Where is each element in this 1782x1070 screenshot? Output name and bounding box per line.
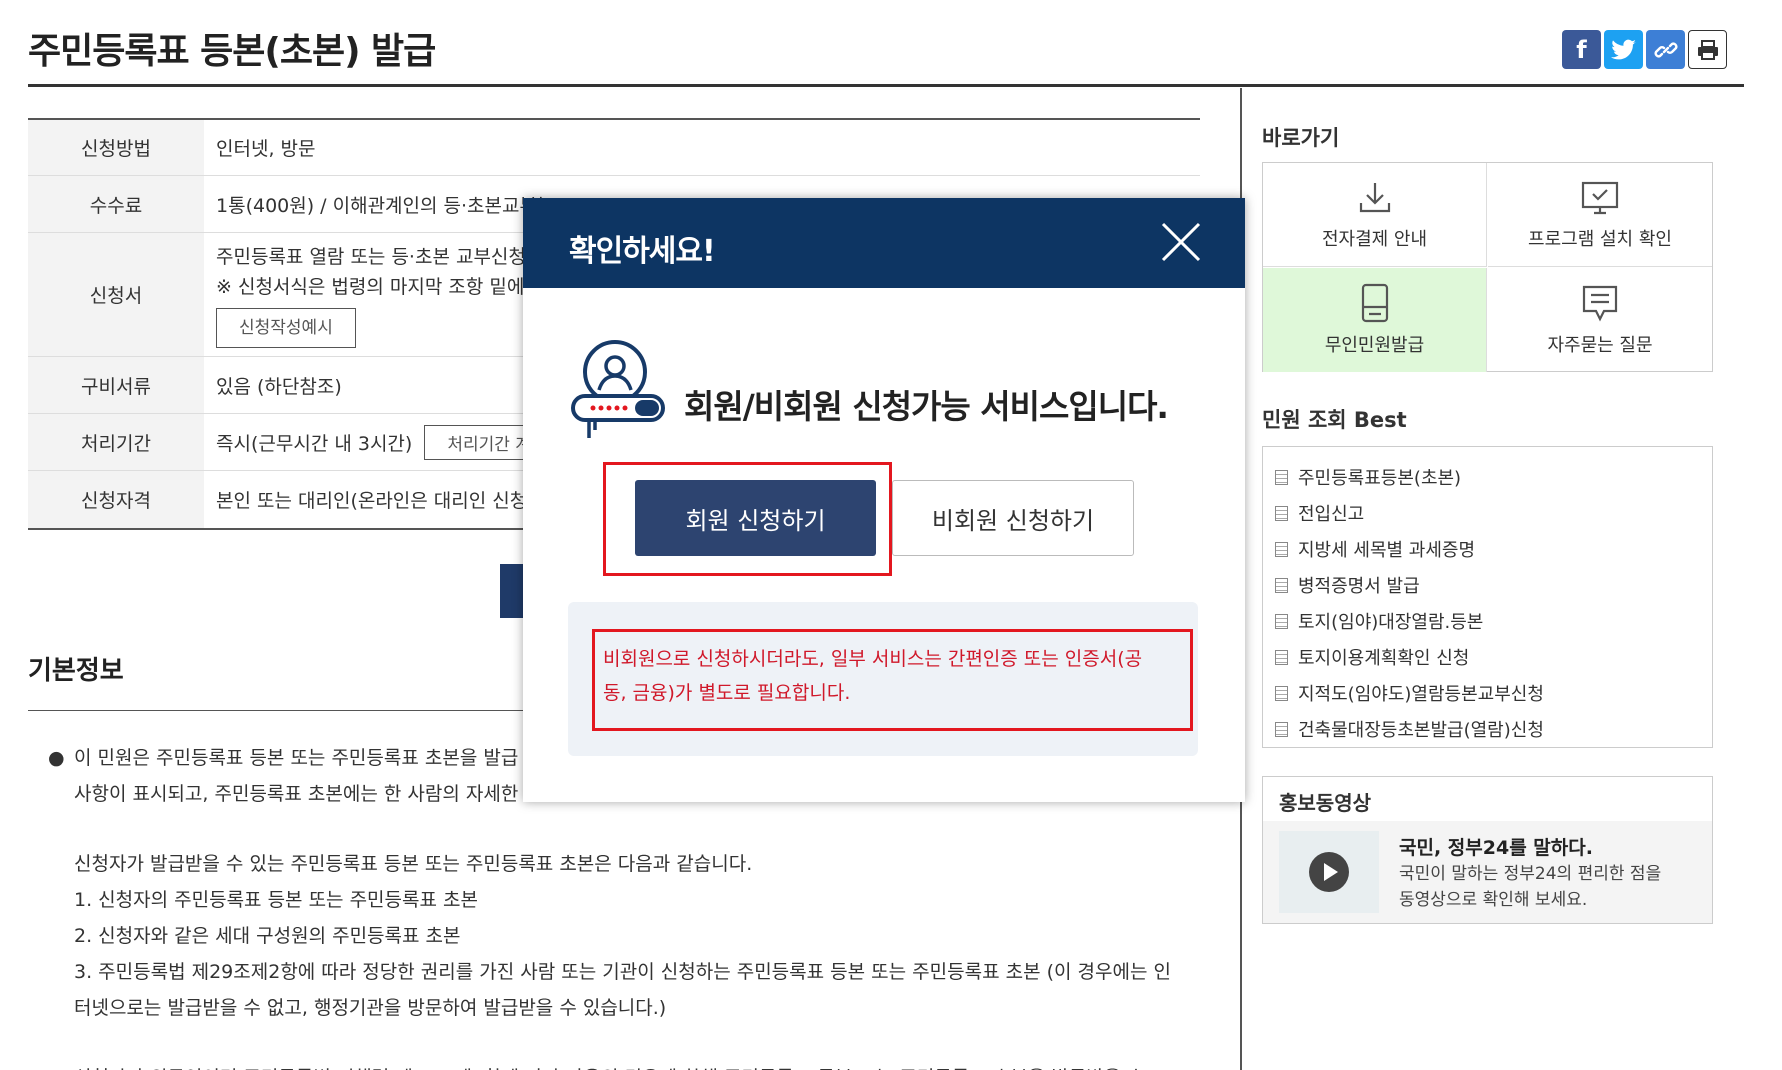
list-item-label: 건축물대장등초본발급(열람)신청 xyxy=(1298,720,1544,741)
modal-message: 회원/비회원 신청가능 서비스입니다. xyxy=(684,387,1169,426)
best-list: 주민등록표등본(초본) 전입신고 지방세 세목별 과세증명 병적증명서 발급 토… xyxy=(1262,446,1713,748)
list-item[interactable]: 전입신고 xyxy=(1275,495,1712,531)
row-label: 신청방법 xyxy=(28,120,204,175)
row-value: 즉시(근무시간 내 3시간) xyxy=(216,432,413,455)
row-label: 구비서류 xyxy=(28,357,204,413)
paragraph: 이 민원은 주민등록표 등본 또는 주민등록표 초본을 발급 xyxy=(74,747,519,769)
video-title[interactable]: 국민, 정부24를 말하다. xyxy=(1399,833,1593,860)
faq-chat-icon xyxy=(1582,285,1618,322)
list-item-label: 토지이용계획확인 신청 xyxy=(1298,648,1470,669)
document-icon xyxy=(1275,613,1288,629)
list-item[interactable]: 주민등록표등본(초본) xyxy=(1275,459,1712,495)
quick-link-label: 무인민원발급 xyxy=(1324,335,1425,356)
bullet-icon: ● xyxy=(48,747,65,769)
guest-apply-button[interactable]: 비회원 신청하기 xyxy=(892,480,1134,556)
quick-link-label: 전자결제 안내 xyxy=(1321,228,1428,250)
quick-link-program-check[interactable]: 프로그램 설치 확인 xyxy=(1488,163,1712,267)
best-heading: 민원 조회 Best xyxy=(1262,408,1407,432)
list-item: 2. 신청자와 같은 세대 구성원의 주민등록표 초본 xyxy=(74,925,461,947)
facebook-icon: f xyxy=(1576,35,1587,64)
row-label: 처리기간 xyxy=(28,414,204,470)
list-item[interactable]: 병적증명서 발급 xyxy=(1275,567,1712,603)
paragraph: 신청자가 외국인이면 주민등록법 시행령 제47조제1항에 따라 다음의 경우에… xyxy=(48,1060,1198,1070)
confirm-modal: 확인하세요! 회원/비회원 신청가능 서비스입니다. 회원 신청하기 비회원 신… xyxy=(523,198,1245,802)
kiosk-icon xyxy=(1361,283,1388,323)
row-label: 수수료 xyxy=(28,176,204,232)
modal-title: 확인하세요! xyxy=(569,234,716,269)
list-item[interactable]: 토지이용계획확인 신청 xyxy=(1275,639,1712,675)
link-copy-button[interactable] xyxy=(1646,30,1685,69)
video-description: 국민이 말하는 정부24의 편리한 점을 동영상으로 확인해 보세요. xyxy=(1399,864,1662,910)
page-title: 주민등록표 등본(초본) 발급 xyxy=(28,31,436,72)
download-icon xyxy=(1359,182,1390,212)
video-heading: 홍보동영상 xyxy=(1279,791,1371,815)
quick-link-label: 프로그램 설치 확인 xyxy=(1528,228,1672,250)
list-item-label: 지방세 세목별 과세증명 xyxy=(1298,540,1476,561)
row-label: 신청서 xyxy=(28,233,204,356)
quick-links-heading: 바로가기 xyxy=(1262,126,1340,150)
member-apply-button[interactable]: 회원 신청하기 xyxy=(635,480,876,556)
document-icon xyxy=(1275,685,1288,701)
list-item: 3. 주민등록법 제29조제2항에 따라 정당한 권리를 가진 사람 또는 기관… xyxy=(74,961,1171,983)
quick-links-panel: 전자결제 안내 프로그램 설치 확인 무인민원발급 자주묻는 질문 xyxy=(1262,162,1713,372)
list-item: 터넷으로는 발급받을 수 없고, 행정기관을 방문하여 발급받을 수 있습니다.… xyxy=(74,997,667,1019)
notice-text: 비회원으로 신청하시더라도, 일부 서비스는 간편인증 또는 인증서(공동, 금… xyxy=(603,648,1143,704)
title-divider xyxy=(28,84,1744,87)
row-label: 신청자격 xyxy=(28,471,204,528)
list-item[interactable]: 지방세 세목별 과세증명 xyxy=(1275,531,1712,567)
close-icon[interactable] xyxy=(1159,220,1203,264)
document-icon xyxy=(1275,505,1288,521)
list-item-label: 병적증명서 발급 xyxy=(1298,576,1420,597)
document-icon xyxy=(1275,649,1288,665)
link-icon xyxy=(1654,42,1677,57)
document-icon xyxy=(1275,721,1288,737)
print-button[interactable] xyxy=(1688,30,1727,69)
list-item-label: 토지(임야)대장열람.등본 xyxy=(1298,612,1484,633)
document-icon xyxy=(1275,577,1288,593)
row-value: 인터넷, 방문 xyxy=(216,138,316,160)
list-item-label: 주민등록표등본(초본) xyxy=(1298,468,1462,489)
table-row: 신청방법 인터넷, 방문 xyxy=(28,120,1200,176)
twitter-share-button[interactable] xyxy=(1604,30,1643,69)
print-icon xyxy=(1697,39,1718,60)
list-item[interactable]: 지적도(임야도)열람등본교부신청 xyxy=(1275,675,1712,711)
quick-link-payment[interactable]: 전자결제 안내 xyxy=(1263,163,1487,267)
quick-link-label: 자주묻는 질문 xyxy=(1547,335,1653,356)
facebook-share-button[interactable]: f xyxy=(1562,30,1601,69)
application-example-button[interactable]: 신청작성예시 xyxy=(216,307,356,348)
list-item: 1. 신청자의 주민등록표 등본 또는 주민등록표 초본 xyxy=(74,889,478,911)
document-icon xyxy=(1275,541,1288,557)
list-item[interactable]: 토지(임야)대장열람.등본 xyxy=(1275,603,1712,639)
list-item-label: 전입신고 xyxy=(1298,504,1365,525)
list-item-label: 지적도(임야도)열람등본교부신청 xyxy=(1298,684,1544,705)
basic-info-heading: 기본정보 xyxy=(28,656,124,686)
promo-video-panel: 홍보동영상 국민, 정부24를 말하다. 국민이 말하는 정부24의 편리한 점… xyxy=(1262,776,1713,924)
quick-link-faq[interactable]: 자주묻는 질문 xyxy=(1488,268,1712,372)
play-icon xyxy=(1309,852,1349,892)
member-service-icon xyxy=(571,340,665,438)
list-item[interactable]: 건축물대장등초본발급(열람)신청 xyxy=(1275,711,1712,747)
paragraph: 신청자가 발급받을 수 있는 주민등록표 등본 또는 주민등록표 초본은 다음과… xyxy=(74,853,753,875)
quick-link-kiosk[interactable]: 무인민원발급 xyxy=(1263,268,1487,372)
video-thumbnail[interactable] xyxy=(1279,831,1379,913)
twitter-icon xyxy=(1610,39,1636,59)
document-icon xyxy=(1275,469,1288,485)
monitor-check-icon xyxy=(1581,181,1619,214)
